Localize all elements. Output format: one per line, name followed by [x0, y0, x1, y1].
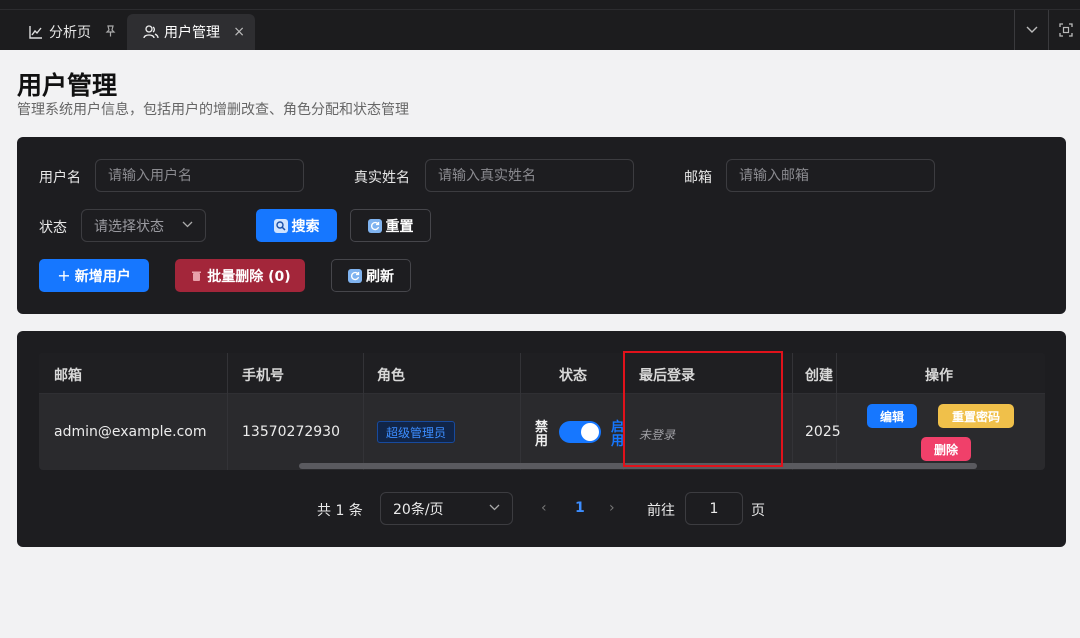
cell-created: 2025 — [805, 424, 841, 440]
refresh-label: 刷新 — [366, 268, 394, 285]
username-label: 用户名 — [39, 170, 81, 186]
page-number-current[interactable]: 1 — [575, 500, 585, 516]
reset-password-button[interactable]: 重置密码 — [938, 404, 1014, 428]
realname-input[interactable] — [425, 159, 634, 192]
role-badge: 超级管理员 — [377, 421, 456, 443]
page-size-select[interactable]: 20条/页 — [380, 492, 513, 525]
users-icon — [143, 24, 159, 40]
status-placeholder: 请选择状态 — [94, 218, 164, 235]
status-off-text: 禁用 — [535, 420, 549, 449]
toggle-knob — [581, 423, 599, 441]
pin-icon[interactable] — [105, 24, 116, 40]
email-label: 邮箱 — [684, 170, 712, 186]
search-button[interactable]: 搜索 — [256, 209, 337, 242]
realname-label: 真实姓名 — [354, 170, 410, 186]
page-subtitle: 管理系统用户信息，包括用户的增删改查、角色分配和状态管理 — [17, 102, 409, 118]
column-header-role[interactable]: 角色 — [377, 365, 405, 385]
tab-user-management[interactable]: 用户管理 × — [127, 14, 255, 50]
column-header-actions: 操作 — [925, 368, 953, 384]
tab-label: 分析页 — [49, 25, 91, 41]
chevron-down-icon[interactable] — [1014, 10, 1048, 50]
page-title: 用户管理 — [17, 71, 118, 100]
tab-bar: 分析页 用户管理 × — [0, 0, 1080, 50]
chevron-down-icon — [489, 501, 500, 514]
page-unit-label: 页 — [751, 503, 765, 519]
batch-delete-label: 批量删除 (0) — [207, 268, 291, 285]
column-header-email[interactable]: 邮箱 — [54, 365, 82, 385]
page-size-value: 20条/页 — [393, 501, 444, 518]
refresh-icon — [367, 218, 382, 233]
pagination-total: 共 1 条 — [317, 503, 363, 519]
plus-icon: + — [57, 266, 71, 285]
tab-analysis[interactable]: 分析页 — [18, 14, 126, 50]
user-table: 邮箱 手机号 角色 状态 最后登录 创建 操作 admin@example.co… — [39, 353, 1045, 470]
status-toggle[interactable] — [559, 421, 601, 443]
search-label: 搜索 — [291, 218, 320, 235]
column-header-created[interactable]: 创建 — [805, 365, 833, 385]
cell-phone: 13570272930 — [242, 424, 340, 440]
goto-page-input[interactable]: 1 — [685, 492, 743, 525]
reset-button[interactable]: 重置 — [350, 209, 431, 242]
next-page-icon[interactable]: › — [609, 500, 615, 516]
close-icon[interactable]: × — [233, 24, 245, 40]
add-user-label: 新增用户 — [74, 268, 131, 285]
filter-panel: 用户名 真实姓名 邮箱 状态 请选择状态 搜索 重置 + 新增用户 批量删除 (… — [17, 137, 1066, 314]
column-header-phone[interactable]: 手机号 — [242, 365, 284, 385]
edit-button[interactable]: 编辑 — [867, 404, 917, 428]
batch-delete-button[interactable]: 批量删除 (0) — [175, 259, 305, 292]
refresh-button[interactable]: 刷新 — [331, 259, 411, 292]
column-divider — [836, 353, 837, 470]
column-divider — [792, 353, 793, 470]
username-input[interactable] — [95, 159, 304, 192]
highlight-box — [623, 351, 783, 467]
chart-icon — [28, 24, 44, 40]
search-icon — [273, 218, 288, 233]
trash-icon — [189, 269, 203, 283]
column-divider — [363, 353, 364, 470]
chevron-down-icon — [182, 218, 193, 231]
tab-label: 用户管理 — [164, 25, 220, 41]
goto-label: 前往 — [647, 503, 675, 519]
refresh-icon — [348, 268, 362, 283]
reset-label: 重置 — [385, 218, 414, 235]
column-divider — [520, 353, 521, 470]
email-input[interactable] — [726, 159, 935, 192]
prev-page-icon[interactable]: ‹ — [541, 500, 547, 516]
column-header-status[interactable]: 状态 — [559, 365, 587, 385]
table-panel: 邮箱 手机号 角色 状态 最后登录 创建 操作 admin@example.co… — [17, 331, 1066, 547]
delete-button[interactable]: 删除 — [921, 437, 971, 461]
status-select[interactable]: 请选择状态 — [81, 209, 206, 242]
fullscreen-icon[interactable] — [1048, 10, 1080, 50]
status-label: 状态 — [39, 220, 67, 236]
cell-email: admin@example.com — [54, 424, 207, 440]
divider — [0, 9, 1080, 10]
add-user-button[interactable]: + 新增用户 — [39, 259, 149, 292]
table-header: 邮箱 手机号 角色 状态 最后登录 创建 操作 — [39, 353, 1045, 394]
column-divider — [227, 353, 228, 470]
